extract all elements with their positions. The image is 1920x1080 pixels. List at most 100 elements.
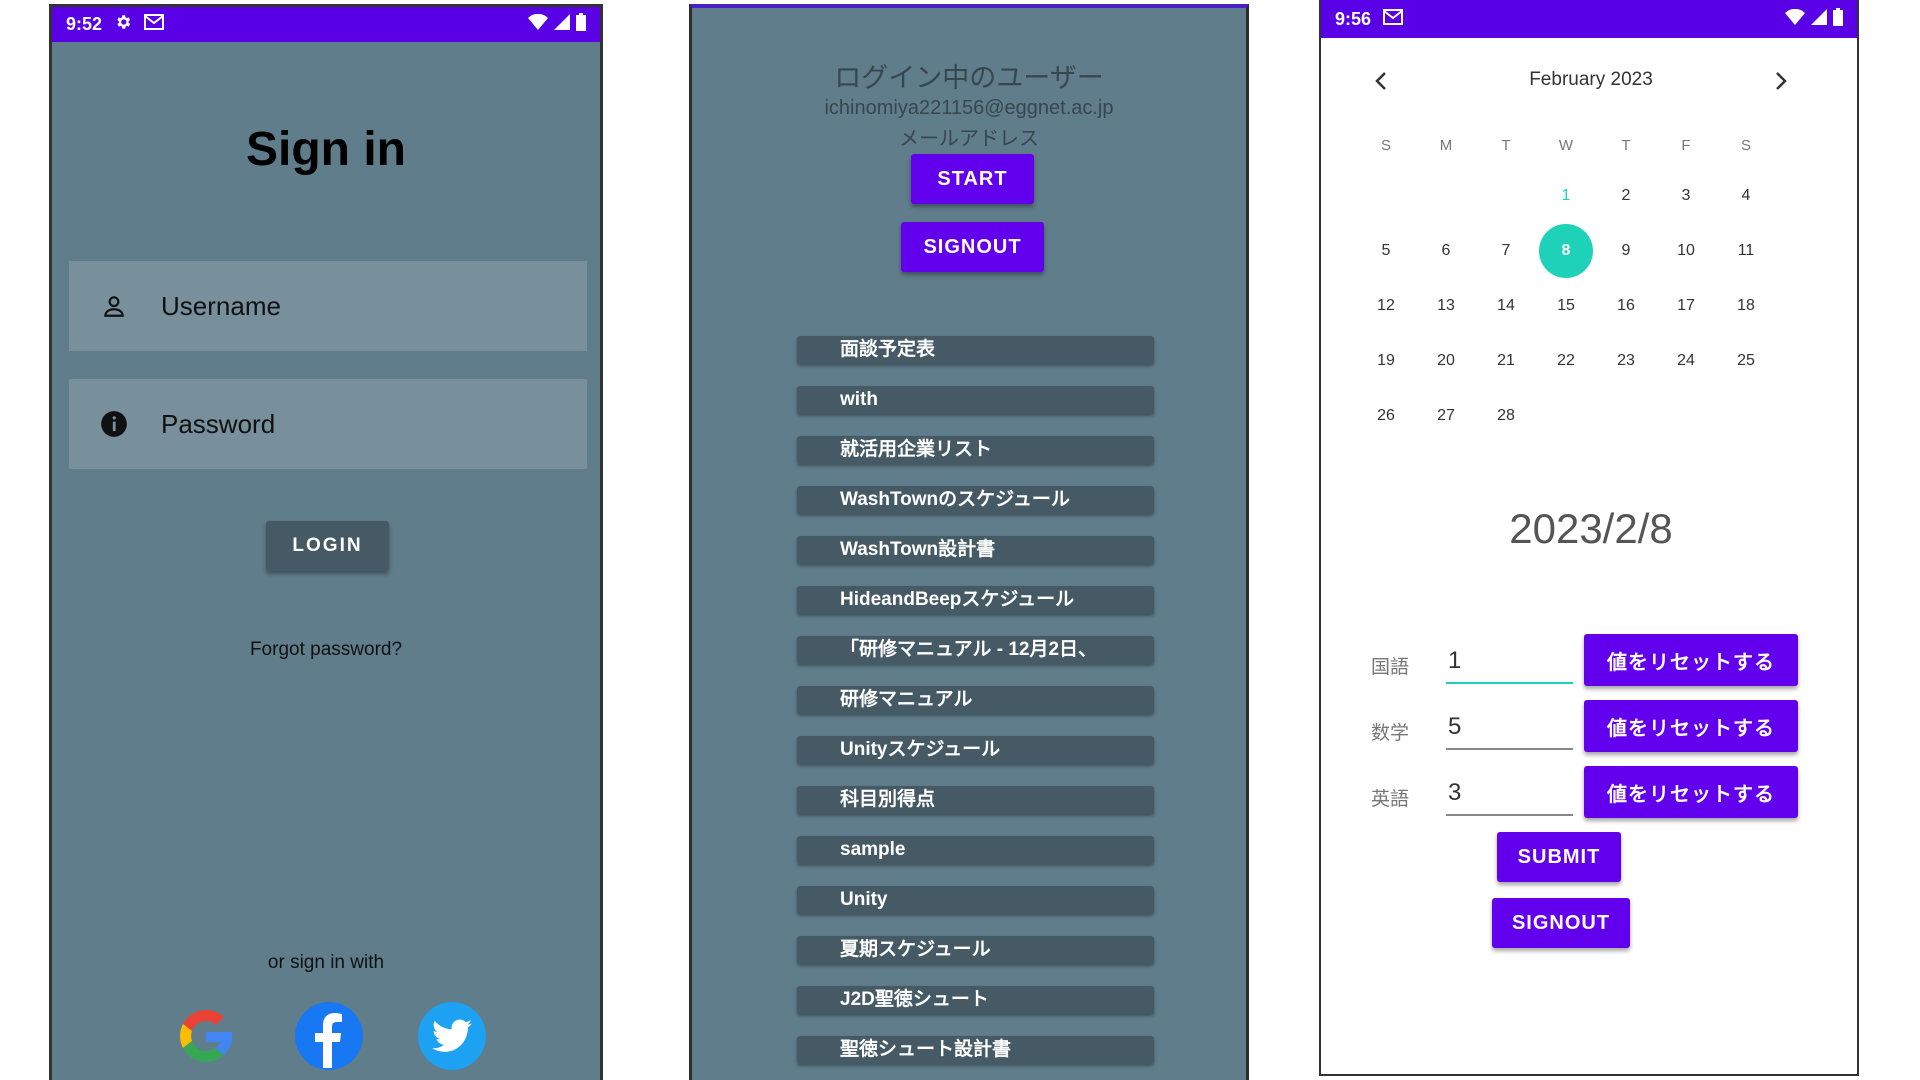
calendar-day[interactable]: 11 <box>1716 242 1776 260</box>
calendar-day[interactable]: 5 <box>1356 242 1416 260</box>
calendar-day-label: 6 <box>1441 241 1451 259</box>
calendar-day-label: 3 <box>1681 186 1691 204</box>
google-icon[interactable] <box>172 1002 240 1070</box>
submit-button[interactable]: SUBMIT <box>1497 832 1621 882</box>
password-field[interactable] <box>69 379 587 469</box>
calendar-day-label: 21 <box>1497 351 1515 369</box>
calendar-day[interactable]: 26 <box>1356 407 1416 425</box>
facebook-icon[interactable] <box>295 1002 363 1070</box>
list-item[interactable]: 面談予定表 <box>797 336 1154 364</box>
reset-button[interactable]: 値をリセットする <box>1584 700 1798 752</box>
list-item[interactable]: J2D聖徳シュート <box>797 986 1154 1014</box>
status-bar: 9:56 <box>1321 0 1857 38</box>
calendar-day[interactable]: 24 <box>1656 352 1716 370</box>
calendar-day-label: 23 <box>1617 351 1635 369</box>
document-list: 面談予定表 with 就活用企業リスト WashTownのスケジュール Wash… <box>797 336 1154 1080</box>
calendar-week-row: 5 6 7 8 9 10 11 <box>1356 223 1776 278</box>
calendar-day-label: 11 <box>1737 241 1755 259</box>
calendar-day-label: 27 <box>1437 406 1455 424</box>
weekday-label: T <box>1621 136 1631 154</box>
calendar-day[interactable]: 28 <box>1476 407 1536 425</box>
subject-label: 数学 <box>1371 723 1410 744</box>
calendar-day[interactable]: 14 <box>1476 297 1536 315</box>
signin-screen: 9:52 Sign in Username LOGIN Forgot passw… <box>49 4 603 1080</box>
calendar-day[interactable]: 6 <box>1416 242 1476 260</box>
calendar-day[interactable]: 9 <box>1596 242 1656 260</box>
calendar-weeks: 1 2 3 4 5 6 7 8 9 10 11 12 13 14 15 16 17 18 19 20 21 22 23 24 2… <box>1356 168 1776 443</box>
list-item[interactable]: 「研修マニュアル - 12月2日、 <box>797 636 1154 664</box>
list-item[interactable]: 聖徳シュート設計書 <box>797 1036 1154 1064</box>
wifi-icon <box>1785 8 1805 30</box>
list-item[interactable]: WashTownのスケジュール <box>797 486 1154 514</box>
score-input-sugaku[interactable] <box>1446 706 1573 750</box>
list-item[interactable]: 就活用企業リスト <box>797 436 1154 464</box>
chevron-right-icon[interactable] <box>1766 66 1796 96</box>
calendar-day-label: 25 <box>1737 351 1755 369</box>
calendar-day-label: 18 <box>1737 296 1755 314</box>
calendar-day-label: 7 <box>1501 241 1511 259</box>
settings-icon <box>114 13 132 36</box>
calendar-day[interactable]: 4 <box>1716 187 1776 205</box>
signout-button[interactable]: SIGNOUT <box>901 222 1044 272</box>
page-title: Sign in <box>246 123 406 176</box>
list-item[interactable]: sample <box>797 836 1154 864</box>
calendar-day[interactable]: 20 <box>1416 352 1476 370</box>
battery-icon <box>576 13 586 36</box>
forgot-password-link[interactable]: Forgot password? <box>52 639 600 661</box>
login-button[interactable]: LOGIN <box>266 521 389 571</box>
calendar-day-label: 1 <box>1561 186 1571 204</box>
calendar-day[interactable]: 12 <box>1356 297 1416 315</box>
calendar-day[interactable]: 13 <box>1416 297 1476 315</box>
list-item[interactable]: 研修マニュアル <box>797 686 1154 714</box>
reset-button[interactable]: 値をリセットする <box>1584 634 1798 686</box>
calendar-day-label: 14 <box>1497 296 1515 314</box>
username-input[interactable] <box>159 289 543 323</box>
password-input[interactable] <box>159 407 543 441</box>
list-item[interactable]: HideandBeepスケジュール <box>797 586 1154 614</box>
list-item[interactable]: WashTown設計書 <box>797 536 1154 564</box>
list-item[interactable]: 科目別得点 <box>797 786 1154 814</box>
calendar-day[interactable]: 7 <box>1476 242 1536 260</box>
signout-button[interactable]: SIGNOUT <box>1492 898 1630 948</box>
username-field[interactable] <box>69 261 587 351</box>
reset-button[interactable]: 値をリセットする <box>1584 766 1798 818</box>
score-input-kokugo[interactable] <box>1446 640 1573 684</box>
user-list-screen: ログイン中のユーザー ichinomiya221156@eggnet.ac.jp… <box>689 4 1249 1080</box>
selected-date: 2023/2/8 <box>1509 505 1673 552</box>
calendar-day[interactable]: 25 <box>1716 352 1776 370</box>
calendar-day-label: 20 <box>1437 351 1455 369</box>
calendar-day-label: 16 <box>1617 296 1635 314</box>
start-button[interactable]: START <box>911 154 1034 204</box>
calendar-day[interactable]: 21 <box>1476 352 1536 370</box>
list-item[interactable]: 夏期スケジュール <box>797 936 1154 964</box>
battery-icon <box>1833 7 1843 31</box>
list-item[interactable]: with <box>797 386 1154 414</box>
calendar-day[interactable]: 22 <box>1536 352 1596 370</box>
calendar-day[interactable]: 10 <box>1656 242 1716 260</box>
weekday-label: W <box>1558 136 1574 154</box>
calendar-day[interactable]: 19 <box>1356 352 1416 370</box>
calendar-day[interactable]: 1 <box>1536 187 1596 205</box>
calendar-day[interactable]: 8 <box>1536 223 1596 278</box>
calendar-day[interactable]: 3 <box>1656 187 1716 205</box>
calendar-day-label: 15 <box>1557 296 1575 314</box>
calendar-day[interactable]: 17 <box>1656 297 1716 315</box>
score-input-eigo[interactable] <box>1446 772 1573 816</box>
status-bar: 9:52 <box>52 7 600 42</box>
calendar-day[interactable]: 2 <box>1596 187 1656 205</box>
calendar-day[interactable]: 15 <box>1536 297 1596 315</box>
list-item[interactable]: Unityスケジュール <box>797 736 1154 764</box>
calendar-day[interactable]: 23 <box>1596 352 1656 370</box>
logged-in-user-title: ログイン中のユーザー <box>834 63 1104 93</box>
mail-address-label: メールアドレス <box>899 128 1039 150</box>
calendar-week-row: 1 2 3 4 <box>1356 168 1776 223</box>
person-icon <box>99 291 129 321</box>
calendar-day[interactable]: 27 <box>1416 407 1476 425</box>
list-item[interactable]: Unity <box>797 886 1154 914</box>
weekday-label: S <box>1380 136 1391 154</box>
calendar-day[interactable]: 16 <box>1596 297 1656 315</box>
calendar-week-row: 26 27 28 <box>1356 388 1776 443</box>
twitter-icon[interactable] <box>418 1002 486 1070</box>
calendar-day[interactable]: 18 <box>1716 297 1776 315</box>
calendar-day-label: 12 <box>1377 296 1395 314</box>
